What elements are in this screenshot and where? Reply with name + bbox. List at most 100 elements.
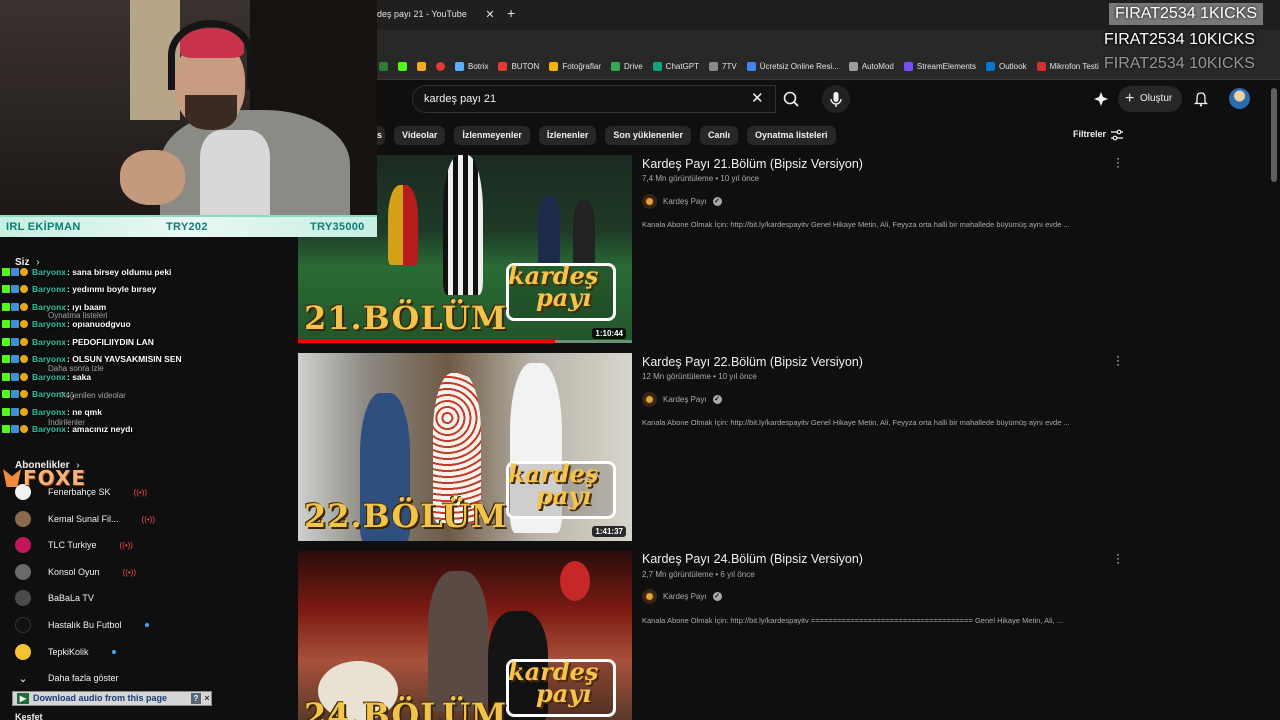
bookmark-mikrofon[interactable]: Mikrofon Testi <box>1036 62 1099 71</box>
bookmark-icon <box>611 62 620 71</box>
bookmark-automod[interactable]: AutoMod <box>848 62 894 71</box>
filter-icon[interactable] <box>1110 128 1124 142</box>
chip-unwatched[interactable]: İzlenmeyenler <box>454 126 530 145</box>
search-button[interactable] <box>776 85 806 113</box>
download-audio-bar[interactable]: ▶ Download audio from this page ? × <box>12 691 212 706</box>
bookmark-chatgpt[interactable]: ChatGPT <box>652 62 699 71</box>
chip-live[interactable]: Canlı <box>699 126 738 145</box>
chip-watched[interactable]: İzlenenler <box>538 126 597 145</box>
video-title[interactable]: Kardeş Payı 21.Bölüm (Bipsiz Versiyon) <box>642 157 863 171</box>
badge-icon <box>2 373 10 381</box>
clear-search-icon[interactable]: ✕ <box>751 91 764 106</box>
download-audio-label: Download audio from this page <box>33 693 168 703</box>
gemini-icon[interactable] <box>1092 90 1110 108</box>
streamer-hand <box>120 150 185 205</box>
sidebar-subscription[interactable]: TLC Turkiye ((•)) <box>15 536 133 554</box>
chat-username: Baryonx <box>32 407 67 417</box>
filters-button[interactable]: Filtreler <box>1073 129 1106 139</box>
more-options-icon[interactable]: · · · <box>1116 152 1120 172</box>
thumbnail-figure <box>443 155 483 295</box>
bookmark-icon <box>986 62 995 71</box>
chat-message: Baryonx: yedınmı boyle bırsey <box>2 284 156 294</box>
goal-title: IRL EKİPMAN <box>6 221 81 233</box>
bell-icon[interactable] <box>1192 90 1210 108</box>
subscription-name: TepkiKolik <box>48 647 89 657</box>
bookmark-item[interactable] <box>436 62 445 71</box>
create-button[interactable]: + Oluştur <box>1118 86 1182 112</box>
kardes-payi-logo: kardeş payı <box>508 660 598 706</box>
badge-icon <box>11 285 19 293</box>
bookmark-item[interactable] <box>417 62 426 71</box>
chat-username: Baryonx <box>32 372 67 382</box>
chat-message: Baryonx: OLSUN YAVSAKMISIN SEN <box>2 354 182 364</box>
sidebar-subscription[interactable]: TepkiKolik <box>15 643 116 661</box>
logo-word: payı <box>536 283 592 312</box>
live-icon: ((•)) <box>119 540 133 550</box>
help-button[interactable]: ? <box>191 693 201 704</box>
chip-videos[interactable]: Videolar <box>394 126 446 145</box>
bookmark-buton[interactable]: BUTON <box>498 62 539 71</box>
chat-text: : opıanuodgvuo <box>67 319 131 329</box>
upload-age: 6 yıl önce <box>720 570 755 579</box>
chat-username: Baryonx <box>32 389 67 399</box>
headset-icon <box>168 20 254 90</box>
chat-username: Baryonx <box>32 319 67 329</box>
tab-youtube[interactable]: deş payı 21 - YouTube ✕ <box>377 2 499 28</box>
chip-playlists[interactable]: Oynatma listeleri <box>746 126 836 145</box>
play-icon[interactable]: ▶ <box>17 693 29 704</box>
channel-avatar <box>642 392 657 407</box>
video-title[interactable]: Kardeş Payı 24.Bölüm (Bipsiz Versiyon) <box>642 552 863 566</box>
bookmark-label: StreamElements <box>916 62 976 71</box>
chip-all[interactable]: s <box>377 126 386 145</box>
page-scrollbar[interactable] <box>1271 88 1277 182</box>
bookmark-drive[interactable]: Drive <box>611 62 643 71</box>
sidebar-subscription[interactable]: BaBaLa TV <box>15 589 94 607</box>
account-avatar[interactable] <box>1229 88 1250 109</box>
voice-search-button[interactable] <box>822 85 850 113</box>
bookmark-resim[interactable]: Ücretsiz Online Resi... <box>746 62 839 71</box>
bookmark-outlook[interactable]: Outlook <box>986 62 1027 71</box>
foxe-logo-text: FOXE <box>23 466 87 490</box>
video-description: Kanala Abone Olmak İçin: http://bit.ly/k… <box>642 418 1070 427</box>
sidebar-subscription[interactable]: Kemal Sunal Fil... ((•)) <box>15 510 155 528</box>
channel-link[interactable]: Kardeş Payı ✓ <box>642 392 722 407</box>
sidebar-subscription[interactable]: Hastalık Bu Futbol <box>15 616 149 634</box>
bookmark-streamelements[interactable]: StreamElements <box>903 62 976 71</box>
bookmark-item[interactable] <box>398 62 407 71</box>
bookmark-botrix[interactable]: Botrix <box>455 62 488 71</box>
video-thumbnail[interactable]: kardeş payı 24.BÖLÜM <box>298 551 632 720</box>
episode-number: 21.BÖLÜM <box>304 299 508 337</box>
bookmark-item[interactable] <box>379 62 388 71</box>
channel-avatar <box>15 644 31 660</box>
sidebar-section-explore[interactable]: Keşfet <box>15 712 43 720</box>
video-title[interactable]: Kardeş Payı 22.Bölüm (Bipsiz Versiyon) <box>642 355 863 369</box>
more-options-icon[interactable]: · · · <box>1116 548 1120 568</box>
chip-recent[interactable]: Son yüklenenler <box>605 126 691 145</box>
bookmark-fotograflar[interactable]: Fotoğraflar <box>549 62 601 71</box>
filter-chips: s Videolar İzlenmeyenler İzlenenler Son … <box>377 126 836 145</box>
fox-icon <box>3 469 21 487</box>
video-description: Kanala Abone Olmak İçin: http://bit.ly/k… <box>642 616 1063 625</box>
subscription-name: Hastalık Bu Futbol <box>48 620 122 630</box>
new-tab-icon[interactable]: + <box>507 6 515 20</box>
bookmark-icon <box>709 62 719 71</box>
thumbnail-figure <box>573 200 595 265</box>
channel-link[interactable]: Kardeş Payı ✓ <box>642 194 722 209</box>
tab-close-icon[interactable]: ✕ <box>484 9 496 21</box>
thumbnail-figure <box>388 185 418 265</box>
badge-icon <box>20 338 28 346</box>
more-options-icon[interactable]: · · · <box>1116 350 1120 370</box>
badge-icon <box>11 320 19 328</box>
close-button[interactable]: × <box>202 693 212 704</box>
bookmark-label: Fotoğraflar <box>562 62 601 71</box>
bookmark-7tv[interactable]: 7TV <box>709 62 737 71</box>
sidebar-subscription[interactable]: Konsol Oyun ((•)) <box>15 563 136 581</box>
chat-text: : . <box>67 389 75 399</box>
video-thumbnail[interactable]: kardeş payı 22.BÖLÜM 1:41:37 <box>298 353 632 541</box>
search-input[interactable]: kardeş payı 21 ✕ <box>412 85 776 113</box>
chat-username: Baryonx <box>32 302 67 312</box>
channel-link[interactable]: Kardeş Payı ✓ <box>642 589 722 604</box>
episode-number: 22.BÖLÜM <box>304 497 508 535</box>
logo-word: payı <box>536 481 592 510</box>
show-more-button[interactable]: ⌄ Daha fazla göster <box>15 669 118 687</box>
